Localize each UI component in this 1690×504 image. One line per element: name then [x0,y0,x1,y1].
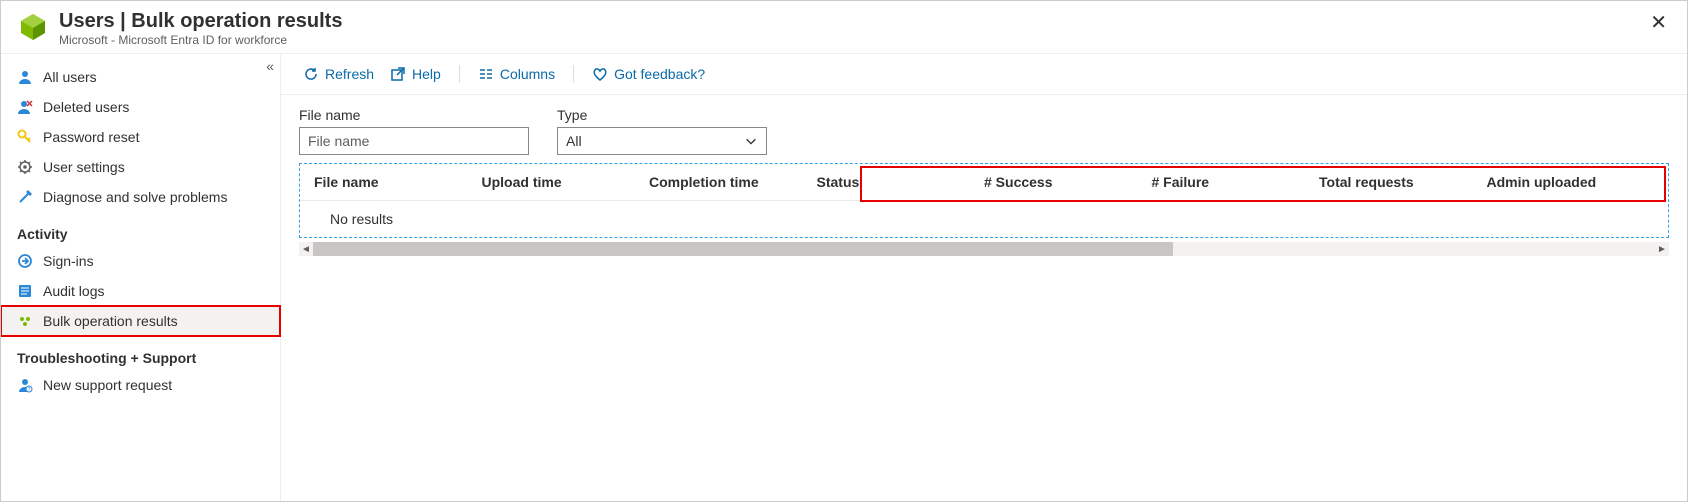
scroll-right-arrow[interactable]: ► [1655,242,1669,256]
sidebar-item-audit-logs[interactable]: Audit logs [1,276,280,306]
gear-icon [17,159,33,175]
user-icon [17,69,33,85]
sidebar-item-deleted-users[interactable]: Deleted users [1,92,280,122]
scroll-left-arrow[interactable]: ◄ [299,242,313,256]
toolbar-label: Help [412,66,441,82]
sidebar-item-signins[interactable]: Sign-ins [1,246,280,276]
toolbar-label: Got feedback? [614,66,705,82]
col-completion-time[interactable]: Completion time [649,174,817,190]
sidebar-item-label: Sign-ins [43,253,94,269]
sidebar-item-label: Diagnose and solve problems [43,189,227,205]
col-total-requests[interactable]: Total requests [1319,174,1487,190]
scroll-thumb[interactable] [313,242,1173,256]
col-success[interactable]: # Success [984,174,1152,190]
page-title: Users | Bulk operation results [59,9,1646,33]
sidebar-item-label: Password reset [43,129,139,145]
sidebar-section-activity: Activity [1,212,280,246]
close-button[interactable]: ✕ [1646,9,1671,37]
sidebar-item-user-settings[interactable]: User settings [1,152,280,182]
col-admin-uploaded[interactable]: Admin uploaded [1487,174,1655,190]
horizontal-scrollbar[interactable]: ◄ ► [299,242,1669,256]
file-name-input[interactable] [299,127,529,155]
chevron-down-icon [744,134,758,148]
key-icon [17,129,33,145]
col-status[interactable]: Status [817,174,985,190]
table-body: No results [300,201,1668,237]
sidebar-item-label: New support request [43,377,172,393]
filters-row: File name Type All [281,95,1687,163]
collapse-sidebar-button[interactable]: « [266,58,274,74]
sidebar-section-troubleshoot: Troubleshooting + Support [1,336,280,370]
feedback-button[interactable]: Got feedback? [588,64,709,84]
entra-cube-icon [17,11,49,43]
sidebar-item-all-users[interactable]: All users [1,62,280,92]
log-icon [17,283,33,299]
sidebar-item-label: All users [43,69,97,85]
page-header: Users | Bulk operation results Microsoft… [1,1,1687,54]
sidebar-item-diagnose[interactable]: Diagnose and solve problems [1,182,280,212]
support-icon: ? [17,377,33,393]
external-link-icon [390,66,406,82]
columns-icon [478,66,494,82]
col-upload-time[interactable]: Upload time [482,174,650,190]
help-button[interactable]: Help [386,64,445,84]
no-results-text: No results [330,211,393,227]
toolbar: Refresh Help Columns Got feedback? [281,54,1687,95]
sidebar-item-label: User settings [43,159,125,175]
signin-icon [17,253,33,269]
sidebar-item-label: Audit logs [43,283,104,299]
type-select-value: All [566,133,582,149]
col-failure[interactable]: # Failure [1152,174,1320,190]
col-file-name[interactable]: File name [314,174,482,190]
table-header-row: File name Upload time Completion time St… [300,164,1668,201]
sidebar-item-label: Deleted users [43,99,129,115]
results-table: File name Upload time Completion time St… [299,163,1669,238]
bulk-icon [17,313,33,329]
filter-label-type: Type [557,107,767,123]
toolbar-separator [459,65,460,83]
sidebar-item-password-reset[interactable]: Password reset [1,122,280,152]
type-select[interactable]: All [557,127,767,155]
toolbar-label: Refresh [325,66,374,82]
svg-text:?: ? [28,387,31,393]
sidebar-item-label: Bulk operation results [43,313,178,329]
filter-label-filename: File name [299,107,529,123]
heart-icon [592,66,608,82]
sidebar-item-bulk-results[interactable]: Bulk operation results [1,306,280,336]
refresh-button[interactable]: Refresh [299,64,378,84]
toolbar-label: Columns [500,66,555,82]
sidebar-item-new-support[interactable]: ? New support request [1,370,280,400]
tools-icon [17,189,33,205]
refresh-icon [303,66,319,82]
user-deleted-icon [17,99,33,115]
page-subtitle: Microsoft - Microsoft Entra ID for workf… [59,33,1646,47]
columns-button[interactable]: Columns [474,64,559,84]
sidebar: « All users Deleted users Password reset… [1,54,281,501]
toolbar-separator [573,65,574,83]
